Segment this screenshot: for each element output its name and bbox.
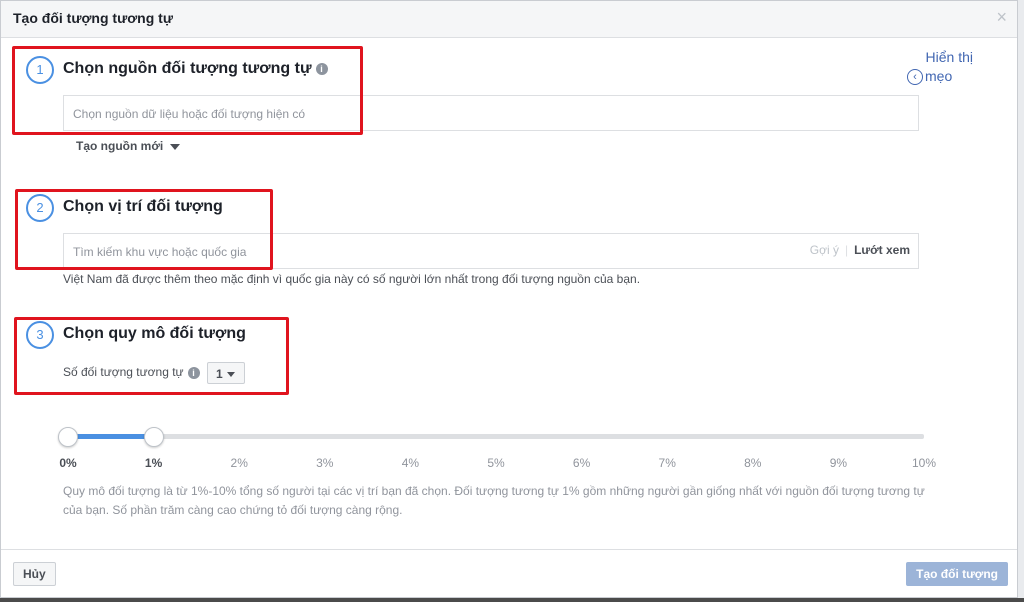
audience-source-input[interactable]: Chọn nguồn dữ liệu hoặc đối tượng hiện c… <box>63 95 919 131</box>
caret-down-icon <box>226 372 235 378</box>
slider-tick-label: 5% <box>487 456 505 470</box>
slider-tick-label: 8% <box>744 456 762 470</box>
step-1-title: Chọn nguồn đối tượng tương tự i <box>63 60 328 78</box>
location-hint: Việt Nam đã được thêm theo mặc định vì q… <box>63 272 641 286</box>
location-search-placeholder: Tìm kiếm khu vực hoặc quốc gia <box>73 245 247 259</box>
create-lookalike-dialog: Tạo đối tượng tương tự × Hiển thị ‹ mẹo … <box>0 0 1018 598</box>
info-icon[interactable]: i <box>187 366 200 379</box>
lookalike-count-value: 1 <box>216 367 223 381</box>
browse-button[interactable]: Lướt xem <box>854 243 910 257</box>
background-bottom <box>0 598 1024 602</box>
lookalike-count-label: Số đối tượng tương tự i <box>63 365 200 379</box>
step-1-title-text: Chọn nguồn đối tượng tương tự <box>63 60 312 77</box>
slider-tick-label: 1% <box>144 456 163 470</box>
show-tips-link[interactable]: Hiển thị ‹ mẹo <box>907 48 973 86</box>
step-2-title: Chọn vị trí đối tượng <box>63 198 223 215</box>
tips-label-line1: Hiển thị <box>925 49 973 65</box>
create-new-source-dropdown[interactable]: Tạo nguồn mới <box>76 139 181 153</box>
slider-tick-label: 2% <box>230 456 248 470</box>
slider-tick-label: 9% <box>829 456 848 470</box>
dialog-header: Tạo đối tượng tương tự × <box>1 1 1017 38</box>
location-search-input[interactable]: Tìm kiếm khu vực hoặc quốc gia Gợi ý | Lướ… <box>63 233 919 269</box>
slider-tick-label: 10% <box>911 456 937 470</box>
caret-down-icon <box>170 143 181 150</box>
slider-tick-label: 3% <box>316 456 334 470</box>
audience-source-placeholder: Chọn nguồn dữ liệu hoặc đối tượng hiện c… <box>73 107 306 121</box>
close-icon[interactable]: × <box>996 8 1007 26</box>
divider: | <box>844 243 849 257</box>
step-2-number: 2 <box>26 194 54 222</box>
tips-label-line2: mẹo <box>925 68 953 84</box>
info-icon[interactable]: i <box>315 62 328 75</box>
slider-tick-label: 7% <box>658 456 676 470</box>
cancel-button[interactable]: Hủy <box>13 562 56 586</box>
audience-size-slider-track[interactable] <box>68 434 924 439</box>
create-new-source-label: Tạo nguồn mới <box>76 139 164 153</box>
create-audience-button[interactable]: Tạo đối tượng <box>906 562 1008 586</box>
background-strip <box>1018 0 1024 602</box>
step-3-number: 3 <box>26 321 54 349</box>
slider-tick-label: 0% <box>59 456 77 470</box>
lookalike-count-text: Số đối tượng tương tự <box>63 365 184 379</box>
slider-start-handle[interactable] <box>58 427 78 447</box>
slider-tick-label: 4% <box>401 456 420 470</box>
step-1-number: 1 <box>26 56 54 84</box>
slider-tick-label: 6% <box>572 456 591 470</box>
suggest-button[interactable]: Gợi ý <box>810 243 839 257</box>
audience-size-description: Quy mô đối tượng là từ 1%-10% tổng số ng… <box>63 484 925 517</box>
step-3-title: Chọn quy mô đối tượng <box>63 325 246 342</box>
dialog-title: Tạo đối tượng tương tự <box>13 10 173 26</box>
slider-end-handle[interactable] <box>143 427 164 447</box>
lookalike-count-select[interactable]: 1 <box>207 362 245 384</box>
chevron-left-circle-icon: ‹ <box>907 68 923 85</box>
audience-size-slider-fill <box>68 434 154 439</box>
footer-divider <box>1 549 1017 550</box>
